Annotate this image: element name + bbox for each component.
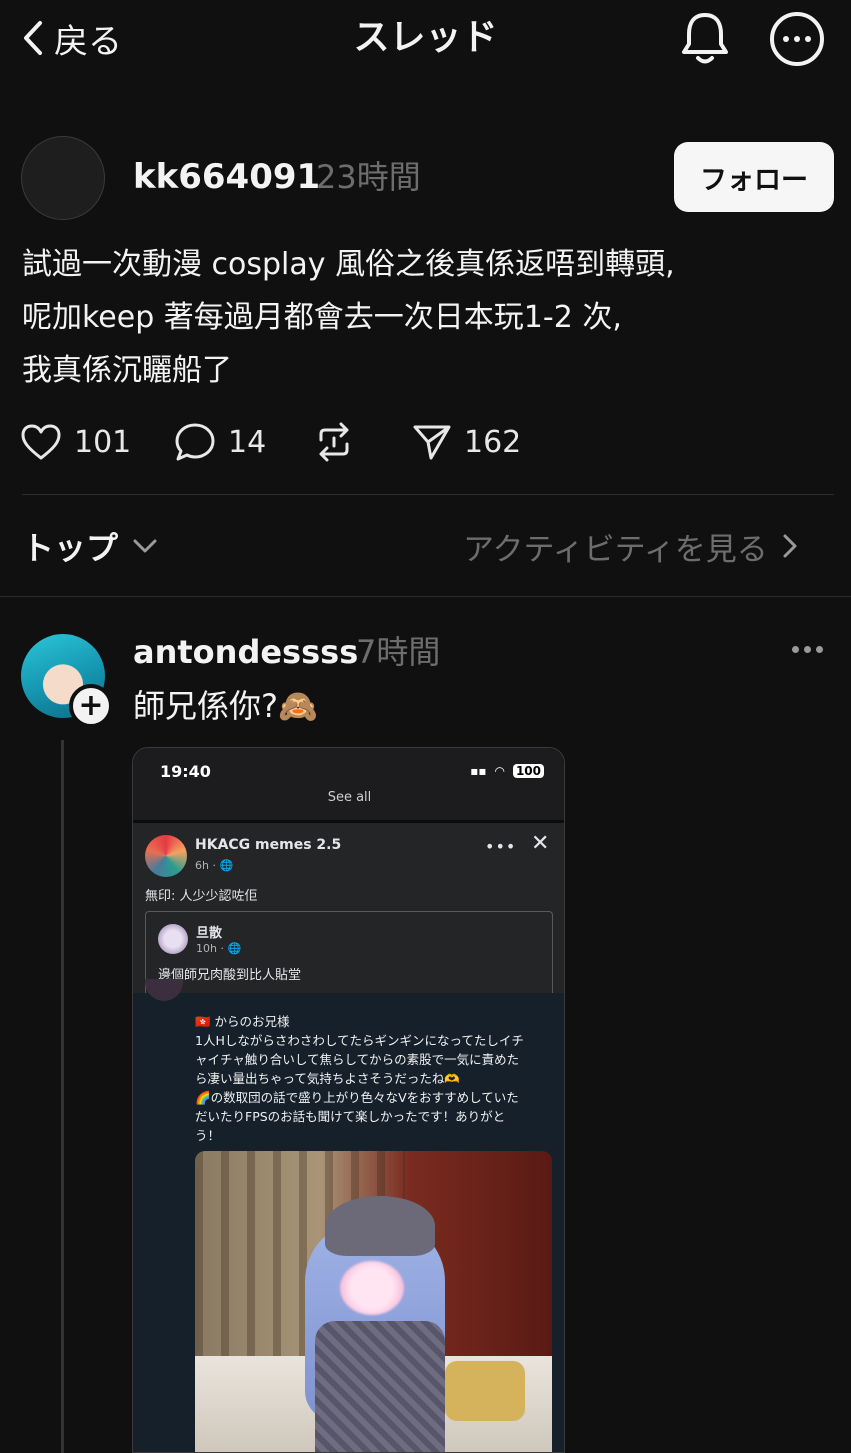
status-bar: 19:40 ▪▪ ◠ 100 See all — [133, 748, 564, 823]
send-icon — [413, 425, 451, 460]
tweet-line: ら凄い量出ちゃって気持ちよさそうだったね🫶 — [195, 1071, 460, 1086]
post-text-line: 試過一次動漫 cosplay 風俗之後真係返唔到轉頭, — [22, 247, 675, 282]
like-count: 101 — [74, 424, 132, 460]
comment-count: 14 — [228, 424, 267, 460]
repost-icon — [319, 422, 349, 462]
avatar — [145, 979, 183, 1001]
group-meta: 6h · 🌐 — [195, 859, 234, 872]
reply-more-icon[interactable] — [792, 646, 823, 653]
more-icon: ••• — [485, 837, 517, 856]
reply-username[interactable]: antondessss — [133, 632, 358, 672]
like-button[interactable]: 101 — [20, 418, 131, 466]
fb-caption: 無印: 人少少認咗佢 — [145, 889, 258, 904]
bell-icon[interactable] — [679, 10, 731, 66]
view-activity-link[interactable]: アクティビティを見る — [463, 522, 798, 570]
group-avatar — [145, 835, 187, 877]
see-all-label: See all — [327, 790, 372, 805]
tweet-line: 🌈の数取団の話で盛り上がり色々なVをおすすめしていた — [195, 1090, 519, 1105]
signal-icon: ▪▪ — [470, 764, 487, 778]
status-icons: ▪▪ ◠ 100 — [470, 764, 544, 778]
wifi-icon: ◠ — [494, 764, 505, 778]
fb-post-card: HKACG memes 2.5 6h · 🌐 ••• ✕ 無印: 人少少認咗佢 … — [133, 823, 564, 993]
tweet-line: う！ — [195, 1128, 221, 1143]
reply-text: 師兄係你?🙈 — [133, 687, 318, 725]
sort-dropdown[interactable]: トップ — [22, 522, 158, 570]
repost-button[interactable] — [313, 418, 355, 466]
group-name: HKACG memes 2.5 — [195, 837, 342, 853]
close-icon: ✕ — [531, 831, 550, 856]
chevron-down-icon — [133, 539, 157, 553]
follow-plus-icon[interactable]: + — [69, 684, 113, 728]
share-button[interactable]: 162 — [412, 418, 521, 466]
tweet-line: 1人Hしながらさわさわしてたらギンギンになってたしイチ — [195, 1033, 524, 1048]
post-text-line: 呢加keep 著每過月都會去一次日本玩1-2 次, — [22, 300, 622, 335]
comment-icon — [175, 423, 215, 461]
follow-button[interactable]: フォロー — [674, 142, 834, 212]
heart-sticker-icon — [340, 1261, 404, 1315]
activity-label: アクティビティを見る — [463, 531, 768, 568]
tweet-photo — [195, 1151, 552, 1452]
divider — [22, 494, 834, 495]
attached-screenshot[interactable]: 19:40 ▪▪ ◠ 100 See all HKACG memes 2.5 6… — [132, 747, 565, 1453]
sort-label: トップ — [22, 529, 119, 567]
status-time: 19:40 — [160, 762, 211, 781]
heart-icon — [21, 424, 61, 460]
reply-time: 7時間 — [356, 633, 441, 671]
shared-post: 旦散 10h · 🌐 邊個師兄肉酸到比人貼堂 — [145, 911, 553, 993]
more-icon[interactable] — [770, 12, 824, 66]
battery-icon: 100 — [512, 764, 544, 778]
shared-author: 旦散 — [196, 926, 223, 941]
post-username[interactable]: kk664091 — [133, 156, 320, 198]
tweet-line: ャイチャ触り合いして焦らしてからの素股で一気に責めた — [195, 1052, 520, 1067]
post-time: 23時間 — [316, 158, 421, 196]
tweet-screenshot: 🇭🇰 からのお兄様 1人Hしながらさわさわしてたらギンギンになってたしイチ ャイ… — [133, 979, 564, 1452]
avatar[interactable] — [21, 136, 105, 220]
comment-button[interactable]: 14 — [174, 418, 266, 466]
share-count: 162 — [464, 424, 522, 460]
chevron-right-icon — [783, 534, 797, 558]
tweet-line: だいたりFPSのお話も聞けて楽しかったです！ありがと — [195, 1109, 506, 1124]
tweet-line: 🇭🇰 からのお兄様 — [195, 1014, 290, 1029]
divider — [0, 596, 851, 597]
post-text-line: 我真係沉矖船了 — [22, 353, 232, 388]
avatar — [158, 924, 188, 954]
shared-meta: 10h · 🌐 — [196, 942, 242, 955]
thread-line — [61, 740, 64, 1453]
